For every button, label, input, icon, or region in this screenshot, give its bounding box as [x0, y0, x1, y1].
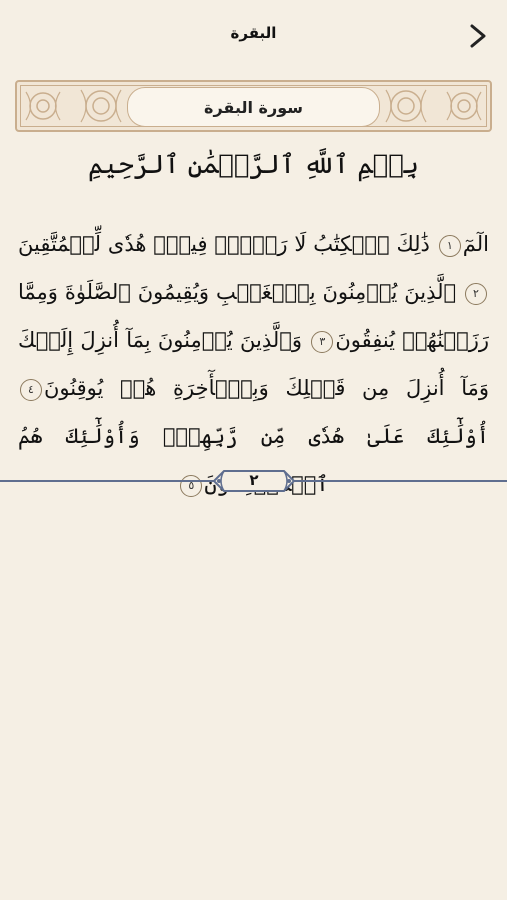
top-bar: البقرة — [0, 0, 507, 70]
page-number: ٢ — [249, 471, 259, 489]
ornament-right-icon — [385, 89, 482, 123]
ayah-number-marker: ٢ — [465, 282, 487, 305]
verses-block: الٓمٓ١ ذَٰلِكَ ٱلۡكِتَٰبُ لَا رَيۡبَۛ فِ… — [18, 220, 489, 508]
ayah-number-marker: ٤ — [20, 378, 42, 401]
surah-header-frame: سورة البقرة — [15, 80, 492, 132]
surah-name: سورة البقرة — [127, 87, 380, 127]
verse-text: ذَٰلِكَ ٱلۡكِتَٰبُ لَا رَيۡبَۛ فِيهِۛ هُ… — [18, 232, 430, 256]
ayah-number-marker: ٥ — [180, 474, 203, 497]
chevron-right-icon — [470, 24, 486, 48]
basmala: بِسۡمِ ٱللَّهِ ٱلرَّحۡمَٰنِ ٱلرَّحِيمِ — [88, 150, 419, 180]
ornament-left-icon — [25, 89, 122, 123]
ayah-number-marker: ١ — [438, 234, 461, 257]
page-number-badge: ٢ — [210, 467, 298, 495]
back-button[interactable] — [463, 20, 493, 52]
ayah-number-marker: ٣ — [311, 330, 334, 353]
verse-text: الٓمٓ — [462, 232, 489, 256]
page-title: البقرة — [230, 24, 277, 42]
verse-1[interactable]: الٓمٓ١ — [437, 232, 489, 257]
